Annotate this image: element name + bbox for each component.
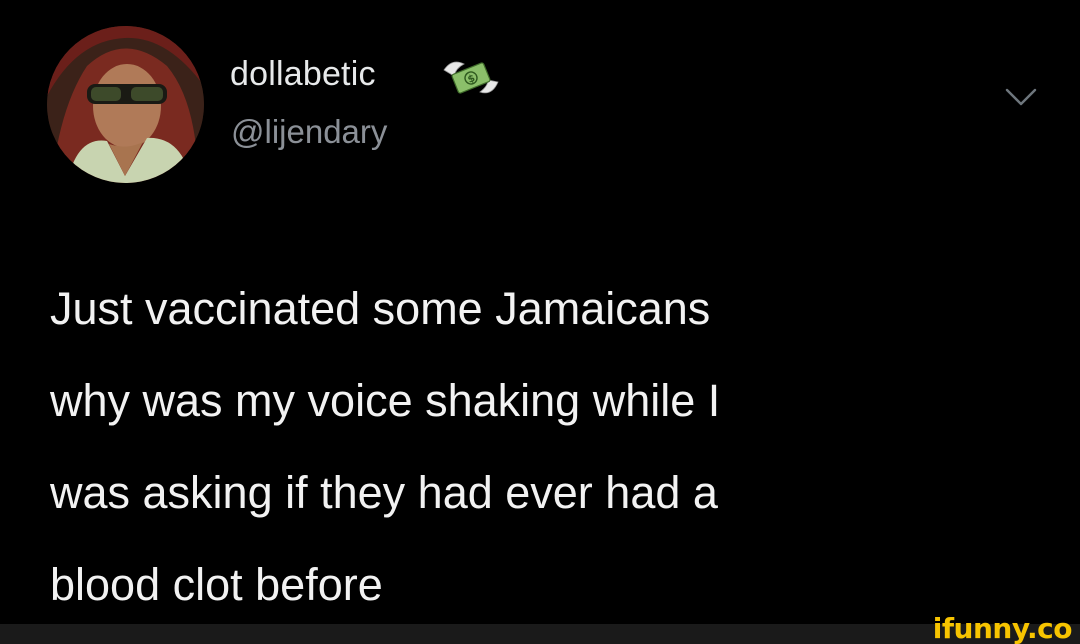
money-with-wings-icon: $ xyxy=(443,61,499,94)
display-name[interactable]: dollabetic xyxy=(230,54,376,94)
avatar[interactable] xyxy=(47,26,204,183)
user-handle[interactable]: @lijendary xyxy=(231,112,387,152)
chevron-down-icon[interactable] xyxy=(1004,86,1038,108)
ifunny-watermark: ifunny.co xyxy=(932,612,1073,644)
tweet-card: dollabetic $ @lijendary Just vaccinated … xyxy=(0,0,1080,644)
footer-bar xyxy=(0,624,1080,644)
avatar-image xyxy=(47,26,204,183)
tweet-text: Just vaccinated some Jamaicans why was m… xyxy=(50,283,721,610)
